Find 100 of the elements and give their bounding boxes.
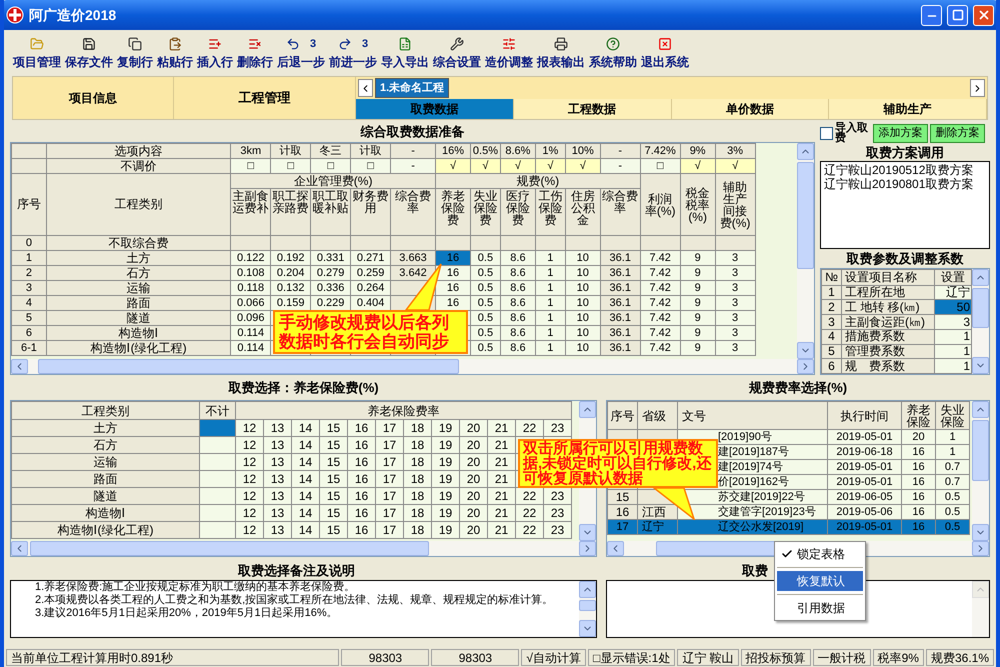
table-cell: 1% [535,144,566,158]
column-header: 职工探亲路费 [270,188,311,236]
section-title: 取费选择：养老保险费(%) [227,379,380,398]
section-title: 规费费率选择(%) [748,379,848,398]
table-cell: 运输 [12,454,200,470]
column-header: 序号 [608,402,638,430]
column-header: 不计 [200,402,236,420]
column-header: 税金税率(%) [680,174,716,236]
window-title: 阿广造价2018 [29,6,118,24]
step-count: 3 [362,36,368,52]
table-cell: 构造物Ⅰ(绿化工程) [46,340,231,356]
section-title: 取费选择备注及说明 [236,562,356,580]
table-cell: 3km [230,144,271,158]
table-cell: 6 [12,326,46,340]
table-cell: 路面 [46,296,231,310]
status-field: 当前单位工程计算用时0.891秒 [6,649,340,666]
column-header: 养老保险费 [436,188,470,236]
row-header: 不调价 [46,158,231,174]
column-header: 辅助生产间接费(%) [715,174,756,236]
table-cell: 2 [822,300,842,315]
status-field: 一般计税 [812,649,871,666]
note-paragraph: 3.建议2016年5月1日起采用20%，2019年5月1日起采用16%。 [34,607,339,620]
table-cell: 7.42% [640,144,680,158]
section-title: 取费参数及调整系数 [845,250,964,268]
group-header: 规费(%) [436,174,640,188]
table-cell: 构造物Ⅰ(绿化工程) [12,522,200,538]
column-header: 利润率(%) [640,174,680,236]
group-header: 企业管理费(%) [230,174,436,188]
table-cell: 10% [565,144,600,158]
column-header: 执行时间 [828,402,902,430]
column-header: 设置项目名称 [842,270,934,286]
table-cell: 16% [436,144,470,158]
status-field: 98303 [341,649,430,666]
status-field: □显示错误:1处 [588,649,676,666]
table-cell: 5 [12,310,46,326]
table-cell: - [390,144,436,158]
table-cell: 计取 [350,144,391,158]
table-cell: 路面 [12,470,200,488]
row-header: 选项内容 [46,144,231,158]
column-header: 医疗保险费 [500,188,536,236]
table-cell: 土方 [46,250,231,266]
column-header: № [822,270,842,286]
table-cell: 隧道 [12,488,200,504]
status-field: 规费36.1% [926,649,994,666]
note-paragraph: 2.本项规费以各类工程的人工费之和为基数,按国家或工程所在地法律、法规、规章、规程规定的标准计算。 [34,594,554,607]
table-cell: 0 [12,236,46,250]
table-cell: 6 [822,358,842,374]
status-field: 税率9% [872,649,924,666]
status-field: √自动计算 [521,649,586,666]
column-header: 养老保险费率 [236,402,572,420]
table-cell: - [600,144,640,158]
status-field: 辽宁 鞍山 [677,649,739,666]
note-paragraph: 1.养老保险费:施工企业按规定标准为职工缴纳的基本养老保险费。 [34,581,356,594]
column-header: 工伤保险费 [535,188,566,236]
column-header: 主副食运费补 [230,188,271,236]
table-cell: 工程所在地 [842,285,934,300]
table-cell: 土方 [12,420,200,436]
table-cell: 8.6% [500,144,536,158]
table-cell: 9% [680,144,716,158]
table-cell: 4 [822,329,842,344]
section-title: 综合取费数据准备 [359,123,466,142]
column-header: 住房公积金 [565,188,600,236]
column-header: 失业保险费 [470,188,500,236]
table-cell: 计取 [270,144,311,158]
table-cell: 构造物Ⅰ [12,504,200,522]
column-header: 综合费率 [600,188,640,236]
table-cell: 运输 [46,280,231,296]
table-cell: 0.5% [470,144,500,158]
column-header: 财务费用 [350,188,391,236]
table-cell: 石方 [12,436,200,454]
table-cell: 石方 [46,266,231,280]
column-header: 工程类别 [46,174,231,236]
table-cell: 规 费系数 [842,358,934,374]
checkbox-label: 导入取费 [835,123,869,143]
column-header: 养老保险 [902,402,936,430]
column-header: 设置 [934,270,972,286]
table-cell: 措施费系数 [842,329,934,344]
status-field: 98303 [431,649,520,666]
table-cell: 3 [822,314,842,330]
column-header: 省级 [638,402,678,430]
table-cell: 5 [822,344,842,359]
column-header: 综合费率 [390,188,436,236]
column-header: 序号 [12,174,46,236]
step-count: 3 [310,36,316,52]
table-cell: 1 [822,285,842,300]
table-cell: 3 [12,280,46,296]
status-field: 招投标预算 [740,649,811,666]
table-cell: 冬三 [310,144,351,158]
table-cell: 管理费系数 [842,344,934,359]
section-title: 取费 [742,562,768,580]
table-cell: 工 地转 移(㎞) [842,300,934,315]
column-header: 职工取暖补贴 [310,188,351,236]
column-header: 文号 [678,402,828,430]
column-header: 工程类别 [12,402,200,420]
table-cell: 2 [12,266,46,280]
table-cell: 3% [715,144,756,158]
column-header: 失业保险 [936,402,970,430]
table-cell: 不取综合费 [46,236,231,250]
table-cell: 6-1 [12,340,46,356]
table-cell: 主副食运距(㎞) [842,314,934,330]
